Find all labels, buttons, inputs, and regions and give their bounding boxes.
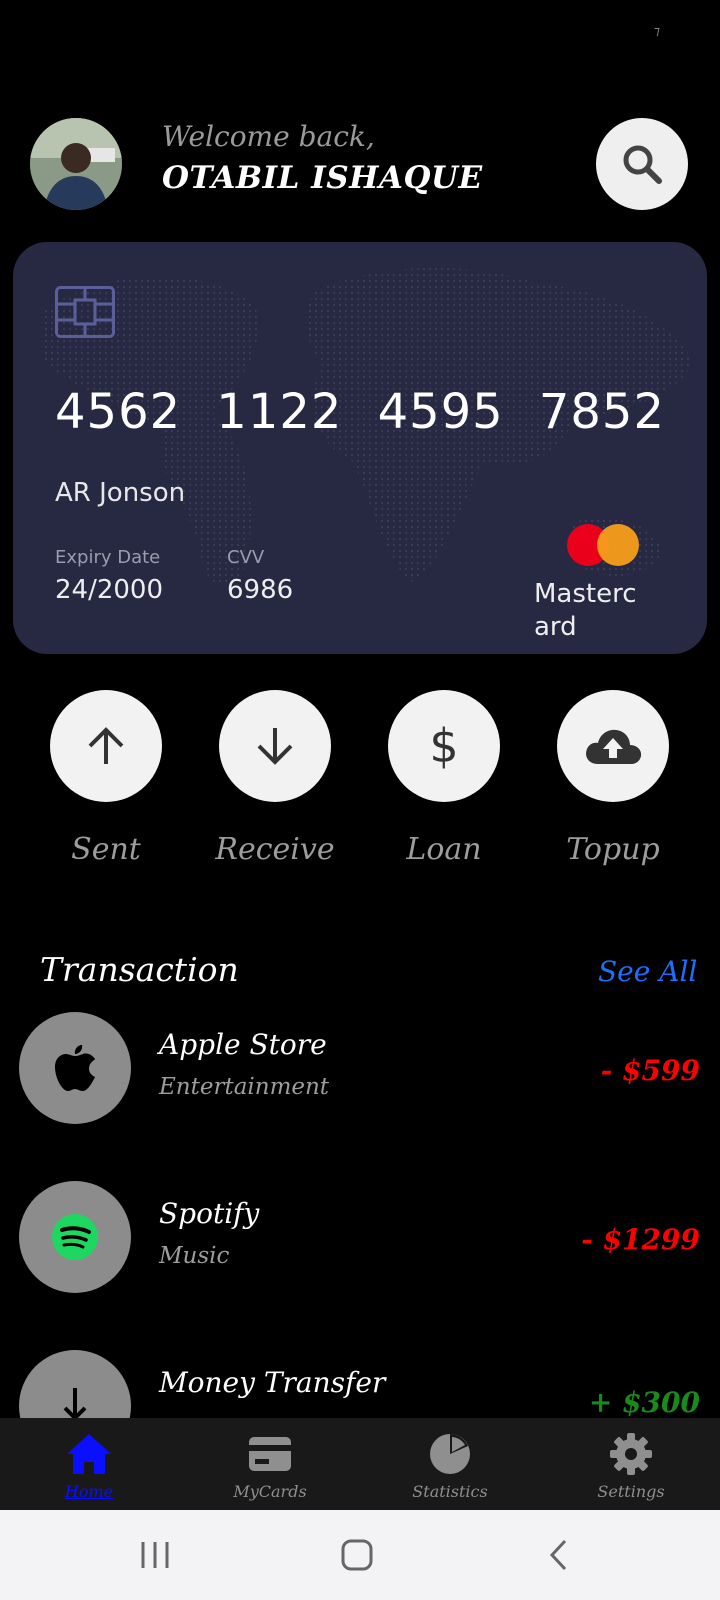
welcome-text: Welcome back, (162, 120, 375, 153)
apple-icon (55, 1045, 95, 1091)
spotify-icon (52, 1214, 98, 1260)
topup-button[interactable] (557, 690, 669, 802)
expiry-label: Expiry Date (55, 547, 161, 568)
nav-statistics[interactable]: Statistics (385, 1418, 515, 1510)
transaction-row[interactable]: Money Transfer + $300 (0, 1350, 720, 1418)
card-holder-name: AR Jonson (55, 478, 186, 508)
cvv-value: 6986 (227, 575, 294, 605)
chip-icon (55, 286, 115, 338)
see-all-link[interactable]: See All (598, 955, 697, 988)
credit-card[interactable]: 4562 1122 4595 7852 AR Jonson Expiry Dat… (13, 242, 707, 654)
cloud-upload-icon (586, 729, 642, 764)
loan-label: Loan (406, 832, 482, 867)
gear-icon (610, 1433, 652, 1475)
topup-action[interactable]: Topup (557, 690, 669, 867)
transaction-category: Music (159, 1243, 230, 1269)
arrow-up-icon (88, 727, 124, 764)
transaction-row[interactable]: Apple Store Entertainment - $599 (0, 1012, 720, 1132)
cvv-label: CVV (227, 547, 265, 568)
bottom-nav: Home MyCards Statistics Settings (0, 1418, 720, 1510)
transaction-icon (19, 1181, 131, 1293)
card-number-group: 7852 (538, 384, 665, 440)
receive-button[interactable] (219, 690, 331, 802)
card-number-group: 4562 (55, 384, 182, 440)
home-circle-icon (341, 1539, 373, 1571)
transaction-amount: - $599 (600, 1054, 700, 1087)
nav-home[interactable]: Home (24, 1418, 154, 1510)
sent-button[interactable] (50, 690, 162, 802)
back-icon (549, 1539, 567, 1571)
transaction-amount: + $300 (588, 1386, 700, 1418)
sent-label: Sent (71, 832, 141, 867)
card-number-group: 4595 (377, 384, 504, 440)
transaction-icon (19, 1350, 131, 1418)
transaction-amount: - $1299 (581, 1223, 700, 1256)
receive-action[interactable]: Receive (215, 690, 335, 867)
back-button[interactable] (524, 1510, 594, 1600)
expiry-value: 24/2000 (55, 575, 164, 605)
dollar-icon: $ (429, 719, 459, 773)
status-indicator: ⁊ (654, 24, 660, 38)
receive-label: Receive (215, 832, 335, 867)
nav-settings[interactable]: Settings (566, 1418, 696, 1510)
transaction-name: Spotify (159, 1197, 260, 1230)
nav-home-label: Home (64, 1482, 114, 1501)
search-button[interactable] (596, 118, 688, 210)
username: OTABIL ISHAQUE (162, 160, 483, 196)
arrow-down-icon (257, 728, 293, 765)
card-brand: Mastercard (534, 579, 637, 642)
mastercard-logo-icon (567, 524, 647, 566)
search-icon (623, 145, 662, 184)
card-number-group: 1122 (216, 384, 343, 440)
avatar[interactable] (30, 118, 122, 210)
nav-settings-label: Settings (597, 1482, 665, 1501)
home-system-button[interactable] (322, 1510, 392, 1600)
loan-action[interactable]: $ Loan (388, 690, 500, 867)
card-icon (249, 1437, 291, 1471)
pie-chart-icon (430, 1434, 470, 1474)
transaction-icon (19, 1012, 131, 1124)
nav-mycards[interactable]: MyCards (205, 1418, 335, 1510)
sent-action[interactable]: Sent (50, 690, 162, 867)
recent-apps-button[interactable] (120, 1510, 190, 1600)
topup-label: Topup (566, 832, 660, 867)
transaction-row[interactable]: Spotify Music - $1299 (0, 1181, 720, 1301)
transaction-name: Apple Store (159, 1028, 327, 1061)
download-icon (63, 1388, 87, 1418)
recent-apps-icon (141, 1542, 169, 1568)
transaction-category: Entertainment (159, 1074, 330, 1100)
transaction-title: Transaction (40, 950, 239, 989)
nav-statistics-label: Statistics (412, 1482, 488, 1501)
transaction-name: Money Transfer (159, 1366, 386, 1399)
nav-mycards-label: MyCards (233, 1482, 307, 1501)
card-number: 4562 1122 4595 7852 (55, 384, 665, 440)
loan-button[interactable]: $ (388, 690, 500, 802)
system-nav-bar (0, 1510, 720, 1600)
home-icon (67, 1434, 111, 1474)
